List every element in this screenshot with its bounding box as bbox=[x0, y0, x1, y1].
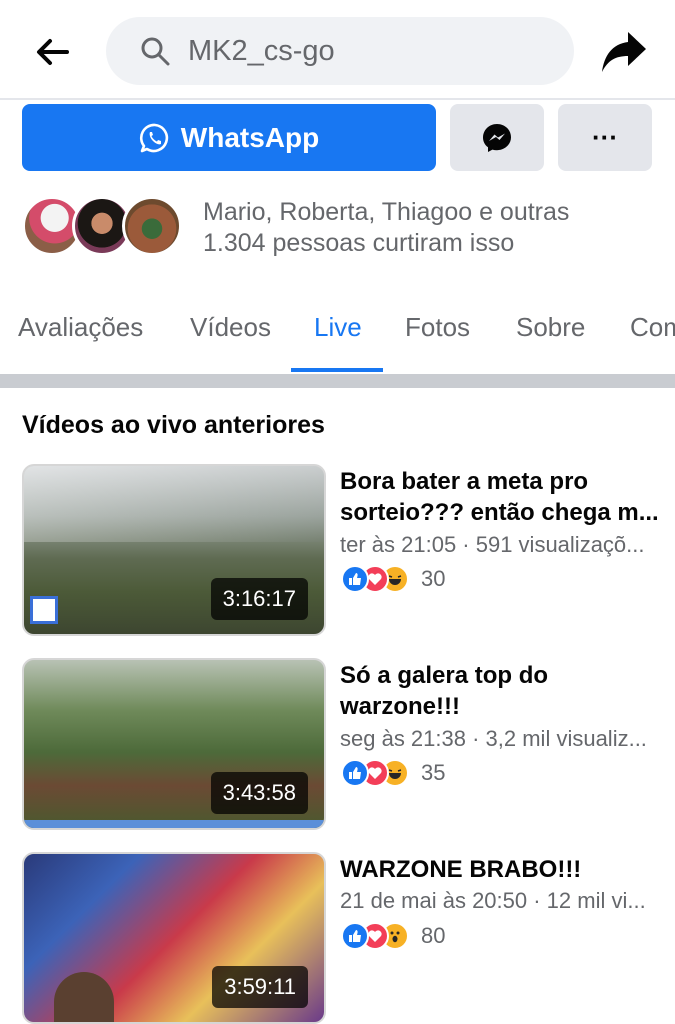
share-button[interactable] bbox=[596, 26, 652, 78]
video-title[interactable]: WARZONE BRABO!!! bbox=[340, 854, 660, 885]
video-title[interactable]: Só a galera top do warzone!!! bbox=[340, 660, 660, 722]
likers-names: Mario, Roberta, Thiagoo e outras bbox=[203, 198, 570, 226]
reactions-summary[interactable]: 80 bbox=[341, 921, 445, 951]
liker-avatars bbox=[22, 196, 182, 258]
video-duration: 3:59:11 bbox=[212, 966, 308, 1008]
messenger-icon bbox=[483, 123, 511, 152]
like-reaction-icon bbox=[341, 565, 369, 593]
likes-summary[interactable]: Mario, Roberta, Thiagoo e outras 1.304 p… bbox=[203, 197, 569, 259]
more-label: ··· bbox=[592, 122, 618, 152]
section-divider bbox=[0, 374, 675, 388]
video-meta: 21 de mai às 20:50 · 12 mil vi... bbox=[340, 888, 646, 913]
like-reaction-icon bbox=[341, 759, 369, 787]
active-tab-indicator bbox=[291, 368, 383, 372]
whatsapp-icon bbox=[139, 121, 173, 155]
video-item[interactable]: 3:59:11 WARZONE BRABO!!! 21 de mai às 20… bbox=[0, 852, 675, 1024]
video-thumbnail[interactable]: 3:16:17 bbox=[22, 464, 326, 636]
page-tabs: Avaliações Vídeos Live Fotos Sobre Com bbox=[0, 300, 675, 374]
search-icon bbox=[140, 34, 174, 68]
whatsapp-button[interactable]: WhatsApp bbox=[22, 104, 436, 171]
messenger-button[interactable] bbox=[450, 104, 544, 171]
tab-fotos[interactable]: Fotos bbox=[405, 312, 470, 343]
video-thumbnail[interactable]: 3:43:58 bbox=[22, 658, 326, 830]
video-thumbnail[interactable]: 3:59:11 bbox=[22, 852, 326, 1024]
video-item[interactable]: 3:16:17 Bora bater a meta pro sorteio???… bbox=[0, 464, 675, 640]
video-duration: 3:43:58 bbox=[210, 772, 308, 814]
back-arrow-icon bbox=[37, 39, 69, 65]
reactions-count: 35 bbox=[421, 760, 446, 785]
likes-count: 1.304 pessoas curtiram isso bbox=[203, 229, 515, 257]
whatsapp-label: WhatsApp bbox=[180, 121, 320, 153]
video-item[interactable]: 3:43:58 Só a galera top do warzone!!! se… bbox=[0, 658, 675, 834]
video-meta: ter às 21:05 · 591 visualizaçõ... bbox=[340, 532, 645, 557]
more-options-button[interactable]: ··· bbox=[558, 104, 652, 171]
video-title[interactable]: Bora bater a meta pro sorteio??? então c… bbox=[340, 466, 660, 528]
reactions-count: 80 bbox=[421, 923, 446, 948]
search-bar[interactable]: MK2_cs-go bbox=[106, 17, 574, 85]
share-arrow-icon bbox=[602, 32, 646, 72]
avatar bbox=[122, 196, 182, 256]
like-reaction-icon bbox=[341, 922, 369, 950]
top-bar: MK2_cs-go bbox=[0, 0, 675, 100]
tab-live[interactable]: Live bbox=[314, 312, 362, 343]
video-meta: seg às 21:38 · 3,2 mil visualiz... bbox=[340, 726, 647, 751]
section-title: Vídeos ao vivo anteriores bbox=[22, 411, 325, 439]
tab-avaliacoes[interactable]: Avaliações bbox=[18, 312, 143, 343]
reactions-summary[interactable]: 30 bbox=[341, 564, 445, 594]
tab-videos[interactable]: Vídeos bbox=[190, 312, 271, 343]
tab-comunidade[interactable]: Com bbox=[630, 312, 675, 343]
reactions-count: 30 bbox=[421, 566, 446, 591]
back-button[interactable] bbox=[28, 28, 76, 76]
tab-sobre[interactable]: Sobre bbox=[516, 312, 585, 343]
reactions-summary[interactable]: 35 bbox=[341, 758, 445, 788]
video-duration: 3:16:17 bbox=[210, 578, 308, 620]
search-query: MK2_cs-go bbox=[188, 34, 335, 67]
